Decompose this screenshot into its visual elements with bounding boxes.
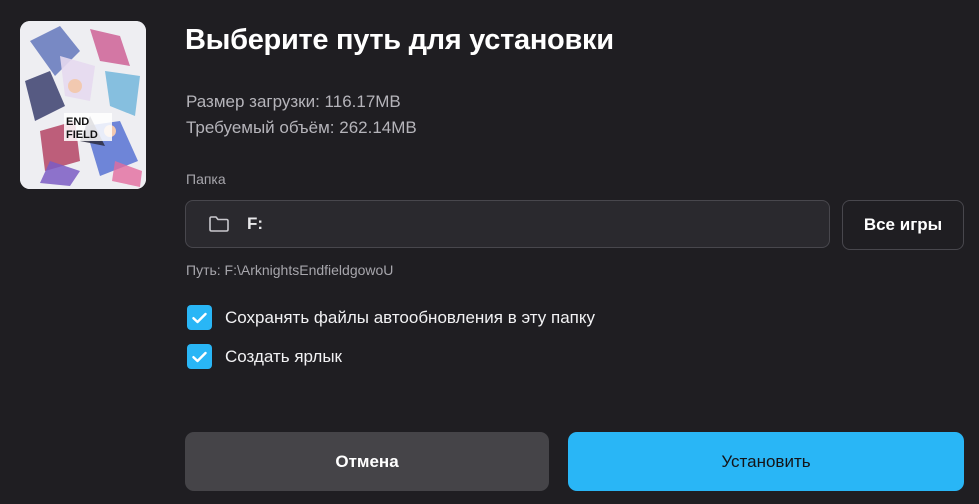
- all-games-button[interactable]: Все игры: [842, 200, 964, 250]
- dialog-title: Выберите путь для установки: [185, 24, 614, 56]
- autoupdate-checkbox[interactable]: [187, 305, 212, 330]
- install-folder-value: F:: [247, 214, 264, 233]
- shortcut-checkbox[interactable]: [187, 344, 212, 369]
- autoupdate-checkbox-label: Сохранять файлы автообновления в эту пап…: [225, 307, 595, 327]
- download-size-text: Размер загрузки: 116.17MB: [186, 92, 401, 111]
- folder-label: Папка: [186, 171, 226, 187]
- game-cover-image: END FIELD: [20, 21, 146, 189]
- install-path-hint: Путь: F:\ArknightsEndfieldgowoU: [186, 262, 394, 278]
- install-button[interactable]: Установить: [568, 432, 964, 491]
- install-path-dialog: END FIELD Выберите путь для установки Ра…: [0, 0, 979, 504]
- cover-logo-line1: END: [66, 116, 89, 128]
- install-folder-input[interactable]: F:: [185, 200, 830, 248]
- checkmark-icon: [192, 312, 207, 323]
- cover-logo-line2: FIELD: [66, 129, 98, 141]
- shortcut-checkbox-row[interactable]: Создать ярлык: [187, 344, 342, 369]
- folder-icon: [208, 215, 230, 233]
- cancel-button[interactable]: Отмена: [185, 432, 549, 491]
- required-space-text: Требуемый объём: 262.14MB: [186, 118, 417, 137]
- shortcut-checkbox-label: Создать ярлык: [225, 346, 342, 366]
- autoupdate-checkbox-row[interactable]: Сохранять файлы автообновления в эту пап…: [187, 305, 595, 330]
- checkmark-icon: [192, 351, 207, 362]
